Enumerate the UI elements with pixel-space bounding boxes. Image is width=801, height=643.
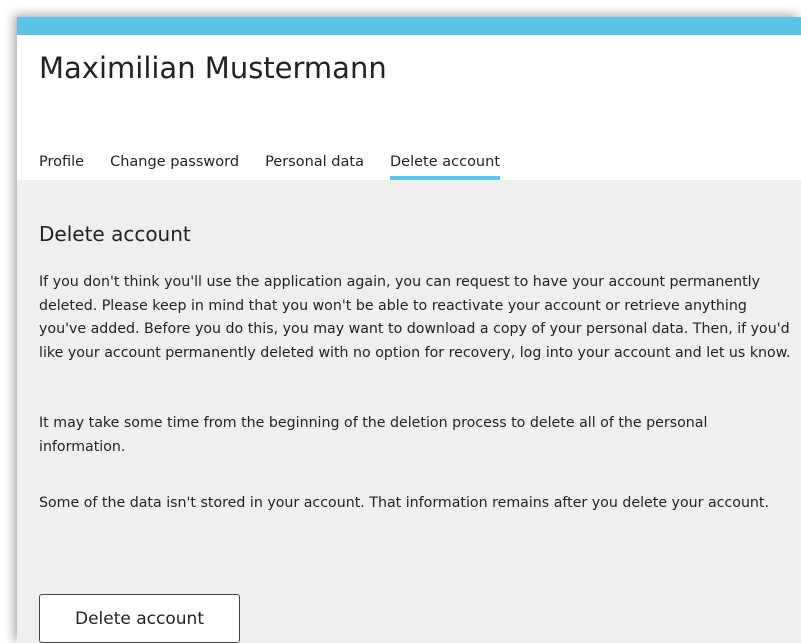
- tab-change-password[interactable]: Change password: [110, 154, 239, 170]
- account-window: Maximilian Mustermann Profile Change pas…: [17, 17, 801, 643]
- tab-personal-data[interactable]: Personal data: [265, 154, 364, 170]
- info-paragraph-duration: It may take some time from the beginning…: [39, 415, 708, 455]
- page-header: Maximilian Mustermann Profile Change pas…: [17, 35, 801, 180]
- info-paragraph-data-storage: Some of the data isn't stored in your ac…: [39, 495, 769, 511]
- account-tabs: Profile Change password Personal data De…: [39, 154, 526, 180]
- tab-profile[interactable]: Profile: [39, 154, 84, 170]
- tab-delete-account[interactable]: Delete account: [389, 154, 501, 180]
- info-paragraph-deletion: If you don't think you'll use the applic…: [39, 274, 791, 361]
- user-name-title: Maximilian Mustermann: [39, 51, 387, 85]
- accent-top-bar: [17, 17, 801, 35]
- delete-account-panel: Delete account If you don't think you'll…: [17, 180, 801, 643]
- section-title: Delete account: [39, 222, 191, 246]
- delete-account-button[interactable]: Delete account: [39, 594, 240, 643]
